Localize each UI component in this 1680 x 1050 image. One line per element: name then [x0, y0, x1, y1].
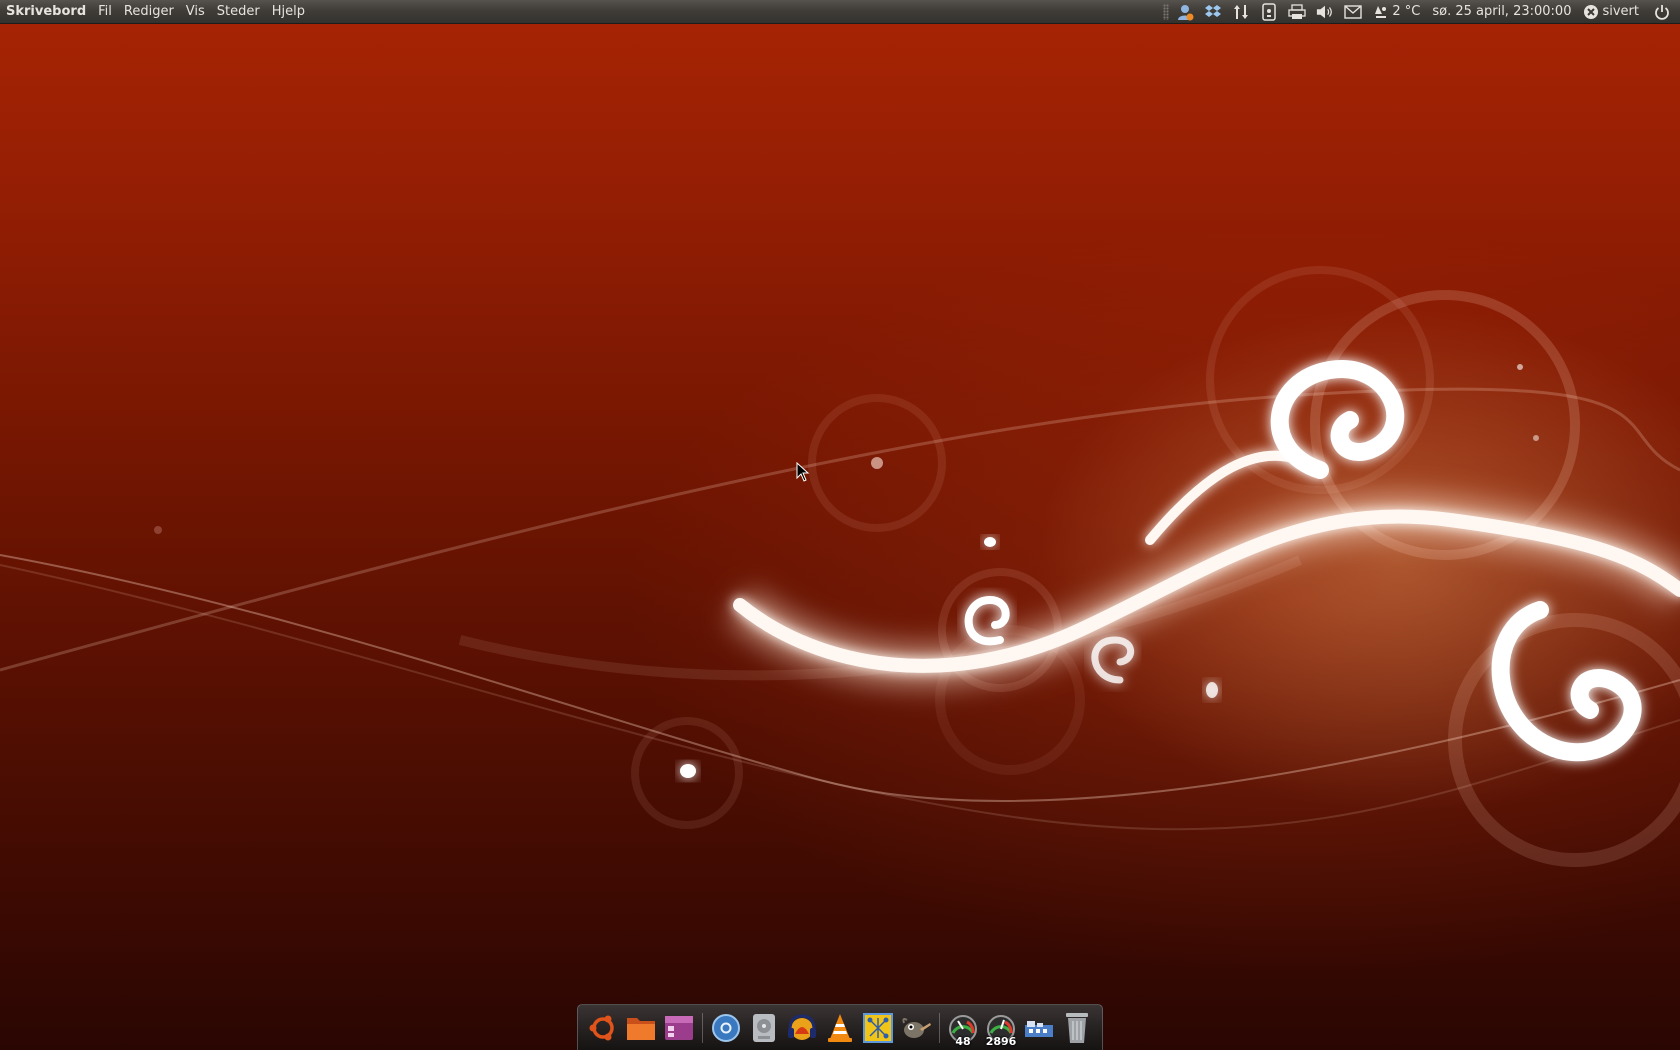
chromium-icon: [712, 1013, 740, 1042]
user-name[interactable]: sivert: [1602, 4, 1645, 19]
clock[interactable]: sø. 25 april, 23:00:00: [1426, 4, 1577, 19]
dropbox-icon[interactable]: [1204, 3, 1222, 21]
headphones-icon: [788, 1013, 816, 1040]
user-status-icon[interactable]: [1582, 3, 1600, 21]
dock-audio-player[interactable]: [785, 1009, 819, 1047]
mouse-cursor-icon: [796, 462, 810, 482]
dock-separator: [702, 1012, 703, 1043]
wallpaper-art: [0, 266, 1680, 867]
usb-drive-icon[interactable]: [1260, 2, 1278, 21]
mail-icon[interactable]: [1344, 3, 1363, 21]
me-menu-icon[interactable]: [1176, 3, 1194, 21]
dock-vlc[interactable]: [823, 1009, 857, 1047]
system-tray: 2 °C sø. 25 april, 23:00:00 sivert: [1161, 0, 1680, 24]
dock-cpu-gauge[interactable]: 48: [946, 1009, 980, 1048]
menu-steder[interactable]: Steder: [211, 0, 266, 24]
menu-hjelp[interactable]: Hjelp: [266, 0, 311, 24]
dock-chromium[interactable]: [709, 1009, 743, 1047]
dock-ubuntu-menu[interactable]: [586, 1009, 620, 1047]
dock-disk-utility[interactable]: [747, 1009, 781, 1047]
dock-gimp[interactable]: [899, 1009, 933, 1047]
dock-separator: [939, 1012, 940, 1043]
trash-icon: [1066, 1012, 1088, 1043]
dock-files[interactable]: [624, 1009, 658, 1047]
system-monitor-icon: [1025, 1020, 1053, 1037]
panel-menus: Skrivebord Fil Rediger Vis Steder Hjelp: [0, 0, 311, 24]
hard-drive-icon: [753, 1013, 775, 1042]
cpu-gauge-value: 48: [955, 1034, 971, 1048]
top-panel: Skrivebord Fil Rediger Vis Steder Hjelp: [0, 0, 1680, 24]
network-diagram-icon: [863, 1012, 893, 1043]
vlc-cone-icon: [828, 1013, 852, 1042]
menu-fil[interactable]: Fil: [92, 0, 118, 24]
gimp-icon: [902, 1017, 931, 1038]
power-icon[interactable]: [1653, 3, 1671, 21]
weather-temperature[interactable]: 2 °C: [1390, 4, 1426, 19]
weather-icon[interactable]: [1372, 3, 1390, 21]
memory-gauge-value: 2896: [985, 1034, 1017, 1048]
dock-network-tool[interactable]: [861, 1009, 895, 1047]
menu-rediger[interactable]: Rediger: [118, 0, 180, 24]
dock: 48 2896: [577, 1004, 1103, 1050]
printer-icon[interactable]: [1288, 3, 1307, 21]
ubuntu-logo-icon: [589, 1015, 614, 1040]
network-icon[interactable]: [1232, 3, 1250, 21]
menu-vis[interactable]: Vis: [180, 0, 211, 24]
dock-pictures[interactable]: [662, 1009, 696, 1047]
folder-icon: [627, 1017, 655, 1040]
tray-handle: [1163, 3, 1170, 20]
volume-icon[interactable]: [1316, 3, 1334, 21]
dock-trash[interactable]: [1060, 1009, 1094, 1047]
dock-memory-gauge[interactable]: 2896: [984, 1009, 1018, 1048]
menu-skrivebord[interactable]: Skrivebord: [0, 0, 92, 24]
photo-manager-icon: [665, 1015, 693, 1040]
dock-system-monitor[interactable]: [1022, 1009, 1056, 1047]
